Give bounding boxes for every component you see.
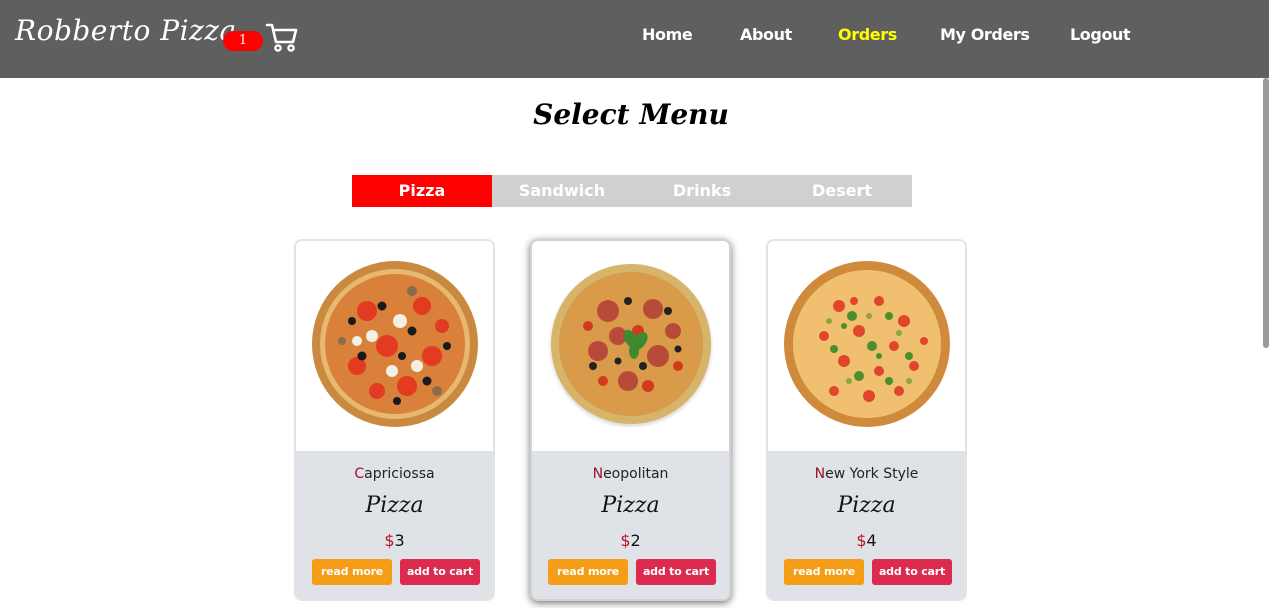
read-more-button[interactable]: read more: [548, 559, 628, 585]
price-value: 3: [394, 531, 405, 550]
add-to-cart-button[interactable]: add to cart: [872, 559, 952, 585]
item-name: New York Style: [768, 466, 965, 482]
price-value: 4: [866, 531, 877, 550]
currency-symbol: $: [384, 531, 395, 550]
item-name-initial: C: [354, 466, 365, 482]
nav-logout[interactable]: Logout: [1070, 25, 1131, 44]
nav-home[interactable]: Home: [642, 25, 693, 44]
cart-icon[interactable]: [265, 21, 299, 53]
page-scrollbar[interactable]: [1263, 78, 1269, 348]
item-name-rest: ew York Style: [825, 466, 919, 482]
price-value: 2: [630, 531, 641, 550]
brand-logo[interactable]: Robberto Pizza: [15, 14, 237, 47]
nav-about[interactable]: About: [740, 25, 792, 44]
item-name-rest: eopolitan: [603, 466, 669, 482]
tab-pizza[interactable]: Pizza: [352, 175, 492, 207]
pizza-image: [296, 241, 493, 451]
add-to-cart-button[interactable]: add to cart: [400, 559, 480, 585]
item-name: Capriciossa: [296, 466, 493, 482]
add-to-cart-button[interactable]: add to cart: [636, 559, 716, 585]
card-body: Capriciossa Pizza $3 read more add to ca…: [296, 451, 493, 599]
currency-symbol: $: [620, 531, 631, 550]
navbar: Robberto Pizza 1 Home About Orders My Or…: [0, 0, 1269, 78]
menu-tabs: Pizza Sandwich Drinks Desert: [352, 175, 912, 207]
pizza-image: [532, 241, 729, 451]
nav-my-orders[interactable]: My Orders: [940, 25, 1030, 44]
item-category: Pizza: [601, 493, 660, 518]
menu-card: New York Style Pizza $4 read more add to…: [766, 239, 967, 601]
item-category: Pizza: [837, 493, 896, 518]
read-more-button[interactable]: read more: [312, 559, 392, 585]
item-name-initial: N: [592, 466, 604, 482]
tab-desert[interactable]: Desert: [772, 175, 912, 207]
menu-card: Capriciossa Pizza $3 read more add to ca…: [294, 239, 495, 601]
read-more-button[interactable]: read more: [784, 559, 864, 585]
item-name: Neopolitan: [532, 466, 729, 482]
cart-count-badge: 1: [223, 31, 263, 51]
nav-orders[interactable]: Orders: [838, 25, 897, 44]
pizza-image: [768, 241, 965, 451]
card-body: Neopolitan Pizza $2 read more add to car…: [532, 451, 729, 599]
item-price: $4: [768, 531, 965, 550]
page-title: Select Menu: [533, 98, 729, 131]
item-name-initial: N: [814, 466, 826, 482]
tab-sandwich[interactable]: Sandwich: [492, 175, 632, 207]
currency-symbol: $: [856, 531, 867, 550]
card-body: New York Style Pizza $4 read more add to…: [768, 451, 965, 599]
tab-drinks[interactable]: Drinks: [632, 175, 772, 207]
item-price: $3: [296, 531, 493, 550]
item-category: Pizza: [365, 493, 424, 518]
menu-card: Neopolitan Pizza $2 read more add to car…: [530, 239, 731, 601]
item-price: $2: [532, 531, 729, 550]
item-name-rest: apriciossa: [364, 466, 435, 482]
